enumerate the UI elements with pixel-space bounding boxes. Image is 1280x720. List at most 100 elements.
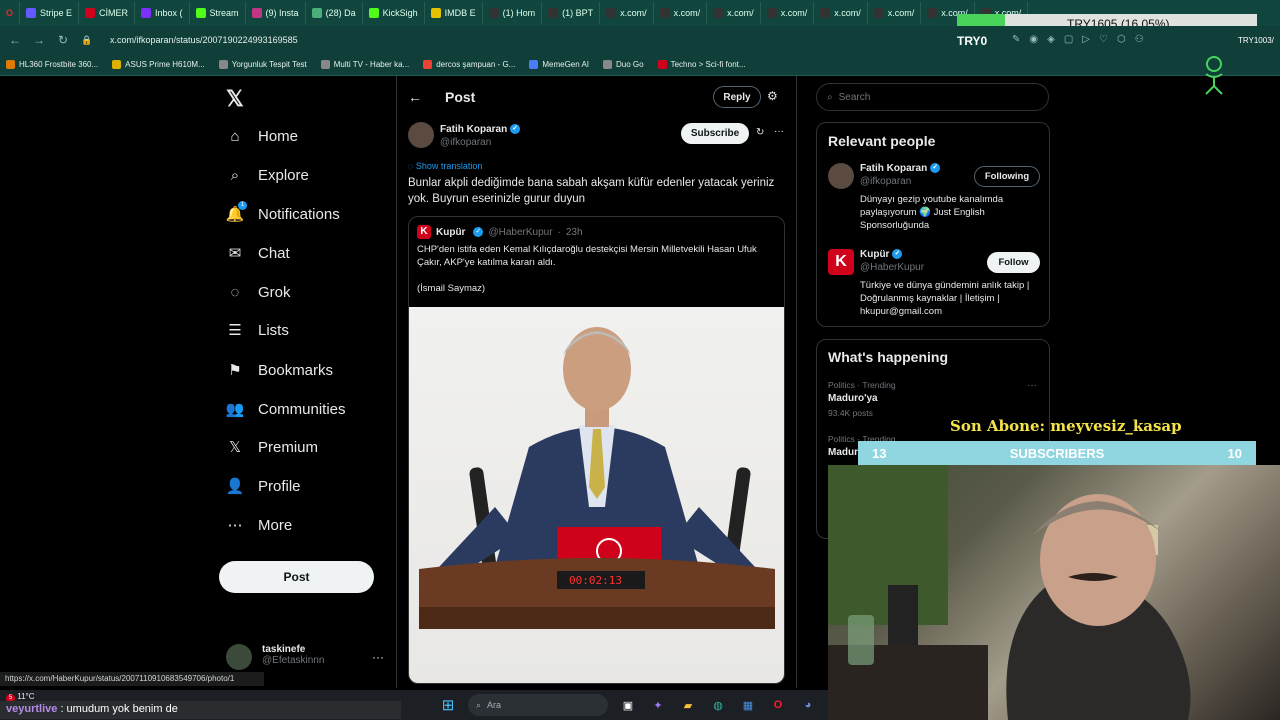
author-handle[interactable]: @ifkoparan — [440, 137, 491, 148]
opera-menu[interactable]: O — [0, 2, 20, 24]
trend-name[interactable]: Maduro'ya — [828, 393, 878, 404]
author-name[interactable]: Fatih Koparan ✓ — [440, 124, 521, 135]
nav-item-home[interactable]: ⌂ Home — [226, 127, 298, 145]
follow-button[interactable]: Follow — [987, 252, 1040, 273]
tweet-text: Bunlar akpli dediğimde bana sabah akşam … — [408, 177, 775, 205]
tune-icon[interactable]: ⚙ — [767, 89, 778, 103]
browser-tab[interactable]: KickSigh — [363, 2, 425, 24]
back-icon[interactable]: ← — [8, 33, 22, 47]
bookmark-label: ASUS Prime H610M... — [125, 60, 205, 69]
task-view-icon[interactable]: ▣ — [618, 695, 638, 715]
tab-label: x.com/ — [887, 8, 915, 18]
taskbar-search-text: Ara — [487, 700, 502, 710]
play-icon[interactable]: ▷ — [1082, 34, 1090, 45]
person-name-text: Fatih Koparan — [860, 163, 928, 174]
bookmark-item[interactable]: Duo Go — [603, 60, 644, 69]
x-logo-icon[interactable]: 𝕏 — [226, 86, 244, 112]
back-arrow-icon[interactable]: ← — [408, 89, 422, 105]
nav-item-lists[interactable]: ☰ Lists — [226, 321, 289, 340]
quoted-tweet[interactable]: K Kupür ✓ @HaberKupur · 23h CHP'den isti… — [408, 216, 785, 684]
post-button[interactable]: Post — [219, 561, 374, 593]
discord-icon[interactable]: ◕ — [798, 695, 818, 715]
opera-icon[interactable]: O — [768, 695, 788, 715]
folder-icon[interactable]: ▰ — [678, 695, 698, 715]
reply-button[interactable]: Reply — [713, 86, 761, 108]
box-icon[interactable]: ▢ — [1064, 34, 1073, 45]
quote-photo[interactable]: 00:02:13 — [409, 307, 784, 683]
shield-icon[interactable]: ◈ — [1047, 34, 1055, 45]
person-kupur[interactable]: K Kupür ✓ @HaberKupur Follow Türkiye ve d… — [828, 249, 1040, 324]
nav-item-notifications[interactable]: 🔔 1 Notifications — [226, 201, 340, 223]
browser-tab[interactable]: (1) Hom — [483, 2, 543, 24]
browser-tab[interactable]: (28) Da — [306, 2, 363, 24]
copilot-icon[interactable]: ✦ — [648, 695, 668, 715]
store-icon[interactable]: ▦ — [738, 695, 758, 715]
browser-tab[interactable]: x.com/ — [814, 2, 868, 24]
heart-icon[interactable]: ♡ — [1099, 34, 1108, 45]
user-icon[interactable]: ⚇ — [1135, 34, 1144, 45]
nav-item-profile[interactable]: 👤 Profile — [226, 477, 301, 496]
nav-item-explore[interactable]: ⌕ Explore — [226, 166, 309, 184]
more-icon[interactable]: ··· — [372, 650, 384, 664]
browser-tab[interactable]: (9) Insta — [246, 2, 306, 24]
tab-favicon-icon — [195, 8, 206, 18]
bookmark-item[interactable]: HL360 Frostbite 360... — [6, 60, 98, 69]
show-translation-link[interactable]: ◌ Show translation — [408, 161, 482, 171]
show-translation-text[interactable]: Show translation — [416, 161, 483, 171]
bookmark-item[interactable]: MemeGen AI — [529, 60, 589, 69]
bookmark-item[interactable]: Techno > Sci-fi font... — [657, 60, 746, 69]
bookmark-item[interactable]: Yorgunluk Tespit Test — [218, 60, 307, 69]
edge-icon[interactable]: ◍ — [708, 695, 728, 715]
nav-item-grok[interactable]: ◌ Grok — [226, 283, 291, 301]
bookmark-favicon-icon — [657, 60, 667, 69]
edit-icon[interactable]: ✎ — [1012, 34, 1020, 45]
url-field[interactable]: x.com/ifkoparan/status/20071902249931695… — [110, 35, 298, 45]
browser-tab[interactable]: x.com/ — [654, 2, 708, 24]
bookmark-item[interactable]: dercos şampuan - G... — [423, 60, 515, 69]
person-fatih[interactable]: Fatih Koparan ✓ @ifkoparan Following Düny… — [828, 163, 1040, 238]
browser-tab[interactable]: CİMER — [79, 2, 136, 24]
browser-tab[interactable]: x.com/ — [868, 2, 922, 24]
tab-label: IMDB E — [444, 8, 476, 18]
browser-tab[interactable]: Stream — [190, 2, 246, 24]
nav-item-communities[interactable]: 👥 Communities — [225, 400, 346, 419]
browser-tab[interactable]: (1) BPT — [542, 2, 601, 24]
account-switcher[interactable]: taskinefe @Efetaskinnn — [226, 644, 324, 670]
reload-icon[interactable]: ↻ — [56, 33, 70, 47]
browser-tab[interactable]: Inbox ( — [135, 2, 190, 24]
browser-tab[interactable]: x.com/ — [600, 2, 654, 24]
author-avatar[interactable] — [408, 122, 434, 148]
lock-icon: 🔒 — [81, 34, 93, 45]
subs-label: SUBSCRIBERS — [1009, 445, 1105, 461]
browser-tab[interactable]: x.com/ — [707, 2, 761, 24]
browser-tab[interactable]: x.com/ — [761, 2, 815, 24]
grok-icon[interactable]: ↻ — [756, 127, 764, 138]
bookmark-item[interactable]: ASUS Prime H610M... — [112, 60, 205, 69]
browser-tab[interactable]: IMDB E — [425, 2, 483, 24]
bookmark-favicon-icon — [112, 60, 122, 69]
author-name-text[interactable]: Fatih Koparan — [440, 124, 507, 135]
subscribe-button[interactable]: Subscribe — [681, 123, 749, 144]
tab-label: Inbox ( — [155, 8, 183, 18]
more-icon[interactable]: ··· — [774, 126, 784, 137]
bookmark-item[interactable]: Multi TV - Haber ka... — [320, 60, 409, 69]
nav-item-premium[interactable]: 𝕏 Premium — [226, 438, 318, 457]
tab-label: CİMER — [99, 8, 129, 18]
browser-tab[interactable]: Stripe E — [20, 2, 80, 24]
camera-icon[interactable]: ◉ — [1029, 34, 1038, 45]
nav-item-bookmarks[interactable]: ⚑ Bookmarks — [226, 361, 333, 380]
taskbar-search[interactable]: ⌕ Ara — [468, 694, 608, 716]
nav-item-chat[interactable]: ✉ Chat — [226, 244, 290, 263]
trend-more-icon[interactable]: ··· — [1027, 380, 1037, 391]
communities-icon: 👥 — [225, 401, 245, 418]
explore-icon: ⌕ — [230, 166, 240, 184]
cube-icon[interactable]: ⬡ — [1117, 34, 1126, 45]
subs-right: 10 — [1227, 445, 1242, 461]
bookmark-label: Yorgunluk Tespit Test — [231, 60, 307, 69]
relevant-people-card: Relevant people Fatih Koparan ✓ @ifkopara… — [816, 122, 1050, 327]
nav-item-more[interactable]: ⋯ More — [226, 516, 293, 535]
forward-icon[interactable]: → — [32, 33, 46, 47]
search-input[interactable]: ⌕ Search — [816, 83, 1049, 111]
following-button[interactable]: Following — [974, 166, 1040, 187]
windows-start-icon[interactable]: ⊞ — [438, 695, 458, 715]
